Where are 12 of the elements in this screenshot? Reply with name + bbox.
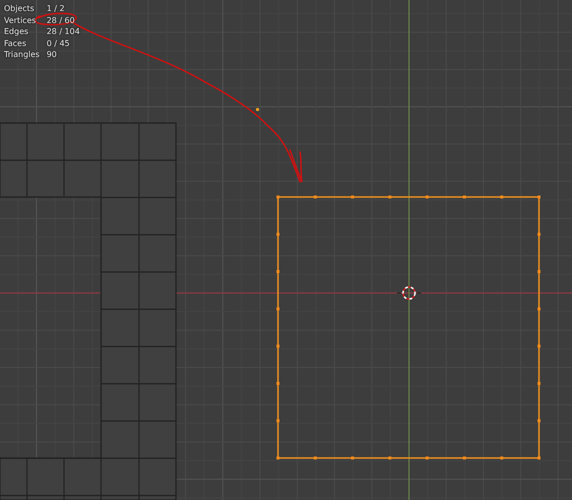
3d-cursor-icon[interactable] bbox=[396, 286, 422, 300]
stat-label: Vertices bbox=[4, 14, 37, 26]
stat-label: Objects bbox=[4, 3, 36, 14]
stat-label: Triangles bbox=[4, 49, 40, 60]
stat-label: Faces bbox=[4, 38, 28, 49]
object-origin-icon bbox=[256, 108, 260, 112]
stat-value: 28 / 104 bbox=[46, 26, 80, 38]
stat-value: 0 / 45 bbox=[46, 38, 71, 49]
stat-value: 1 / 2 bbox=[46, 3, 66, 14]
stat-label: Edges bbox=[4, 26, 30, 38]
stat-value: 28 / 60 bbox=[46, 14, 76, 26]
stat-value: 90 bbox=[46, 49, 58, 60]
